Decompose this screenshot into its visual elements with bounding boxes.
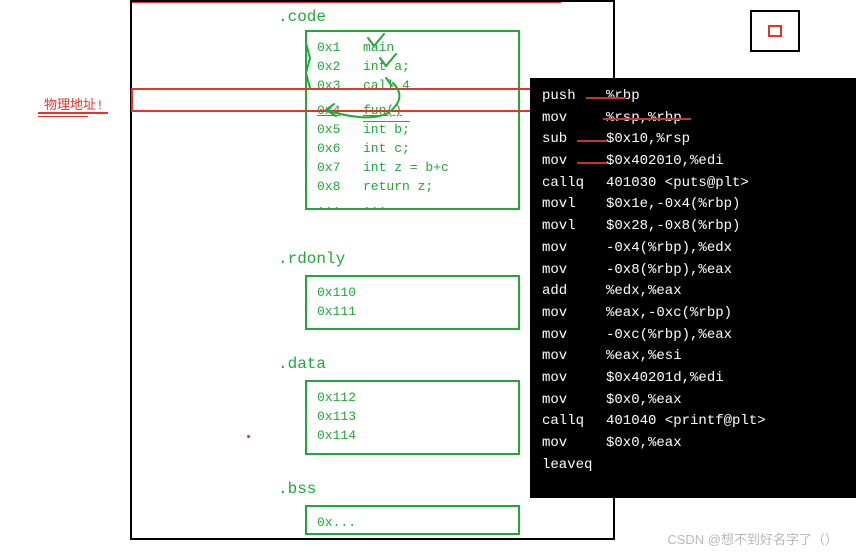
- csdn-watermark: CSDN @想不到好名字了（）: [667, 529, 838, 548]
- asm-arg: $0x40201d,%edi: [606, 368, 724, 390]
- asm-op: mov: [542, 390, 606, 412]
- red-dot: [247, 435, 250, 438]
- asm-row: leaveq: [542, 455, 844, 477]
- rdonly-section-box: 0x110 0x111: [305, 275, 520, 330]
- top-right-decorator: [750, 10, 800, 52]
- asm-row: movl$0x1e,-0x4(%rbp): [542, 194, 844, 216]
- red-underline: [38, 112, 108, 114]
- asm-op: mov: [542, 346, 606, 368]
- code-row: 0x1 main: [317, 38, 508, 57]
- asm-arg: %eax,%esi: [606, 346, 682, 368]
- instr: return z;: [363, 177, 433, 196]
- asm-arg: -0xc(%rbp),%eax: [606, 325, 732, 347]
- section-label-code: .code: [278, 8, 326, 26]
- addr: 0x6: [317, 139, 345, 158]
- asm-row: mov$0x0,%eax: [542, 390, 844, 412]
- red-underline-asm: [603, 118, 691, 120]
- code-row: 0x7 int z = b+c: [317, 158, 508, 177]
- asm-row: mov%rsp,%rbp: [542, 108, 844, 130]
- instr: int z = b+c: [363, 158, 449, 177]
- asm-op: mov: [542, 260, 606, 282]
- rdonly-row: 0x111: [317, 302, 508, 321]
- asm-arg: $0x10,%rsp: [606, 129, 690, 151]
- addr: 0x112: [317, 388, 345, 407]
- highlight-red-box: [131, 88, 556, 112]
- addr: 0x2: [317, 57, 345, 76]
- red-underline: [38, 116, 88, 117]
- addr: 0x7: [317, 158, 345, 177]
- asm-arg: $0x0,%eax: [606, 433, 682, 455]
- asm-op: mov: [542, 433, 606, 455]
- instr: main: [363, 38, 394, 57]
- asm-arg: $0x1e,-0x4(%rbp): [606, 194, 740, 216]
- red-underline-asm: [586, 97, 626, 99]
- code-row: ......: [317, 196, 508, 215]
- asm-row: mov$0x0,%eax: [542, 433, 844, 455]
- instr: int a;: [363, 57, 410, 76]
- asm-arg: %edx,%eax: [606, 281, 682, 303]
- asm-row: mov-0xc(%rbp),%eax: [542, 325, 844, 347]
- code-row: 0x2 int a;: [317, 57, 508, 76]
- asm-arg: $0x402010,%edi: [606, 151, 724, 173]
- asm-row: mov-0x4(%rbp),%edx: [542, 238, 844, 260]
- addr: 0x8: [317, 177, 345, 196]
- addr: 0x5: [317, 120, 345, 139]
- addr: 0x111: [317, 302, 345, 321]
- asm-op: mov: [542, 108, 606, 130]
- addr: 0x113: [317, 407, 345, 426]
- asm-op: add: [542, 281, 606, 303]
- rdonly-row: 0x110: [317, 283, 508, 302]
- asm-row: mov%eax,%esi: [542, 346, 844, 368]
- code-row: 0x6 int c;: [317, 139, 508, 158]
- asm-arg: %eax,-0xc(%rbp): [606, 303, 732, 325]
- physical-address-label: 物理地址!: [44, 94, 104, 113]
- bss-row: 0x...: [317, 513, 508, 532]
- section-label-data: .data: [278, 355, 326, 373]
- addr: ...: [317, 196, 345, 215]
- addr: 0x114: [317, 426, 345, 445]
- asm-arg: -0x4(%rbp),%edx: [606, 238, 732, 260]
- addr: 0x...: [317, 513, 345, 532]
- asm-row: mov-0x8(%rbp),%eax: [542, 260, 844, 282]
- asm-row: callq401040 <printf@plt>: [542, 411, 844, 433]
- asm-row: callq401030 <puts@plt>: [542, 173, 844, 195]
- asm-arg: 401040 <printf@plt>: [606, 411, 766, 433]
- asm-op: leaveq: [542, 455, 606, 477]
- asm-arg: -0x8(%rbp),%eax: [606, 260, 732, 282]
- asm-op: mov: [542, 368, 606, 390]
- asm-op: mov: [542, 303, 606, 325]
- bss-section-box: 0x...: [305, 505, 520, 535]
- asm-row: movl$0x28,-0x8(%rbp): [542, 216, 844, 238]
- asm-row: add%edx,%eax: [542, 281, 844, 303]
- asm-row: mov%eax,-0xc(%rbp): [542, 303, 844, 325]
- instr: ...: [363, 196, 386, 215]
- asm-op: mov: [542, 325, 606, 347]
- asm-op: mov: [542, 238, 606, 260]
- asm-row: mov$0x40201d,%edi: [542, 368, 844, 390]
- code-row: 0x5 int b;: [317, 120, 508, 139]
- section-label-rdonly: .rdonly: [278, 250, 345, 268]
- small-red-square-icon: [768, 25, 782, 37]
- code-section-box: 0x1main 0x2int a; 0x3call 4 0x4fun() 0x5…: [305, 30, 520, 210]
- data-row: 0x113: [317, 407, 508, 426]
- red-underline-asm: [577, 140, 607, 142]
- addr: 0x110: [317, 283, 345, 302]
- code-row: 0x8 return z;: [317, 177, 508, 196]
- instr: int c;: [363, 139, 410, 158]
- asm-arg: $0x28,-0x8(%rbp): [606, 216, 740, 238]
- instr: int b;: [363, 120, 410, 139]
- data-row: 0x112: [317, 388, 508, 407]
- data-row: 0x114: [317, 426, 508, 445]
- asm-op: movl: [542, 194, 606, 216]
- asm-op: callq: [542, 173, 606, 195]
- asm-arg: 401030 <puts@plt>: [606, 173, 749, 195]
- section-label-bss: .bss: [278, 480, 316, 498]
- asm-op: movl: [542, 216, 606, 238]
- addr: 0x1: [317, 38, 345, 57]
- red-underline-asm: [577, 162, 607, 164]
- asm-arg: $0x0,%eax: [606, 390, 682, 412]
- asm-op: callq: [542, 411, 606, 433]
- data-section-box: 0x112 0x113 0x114: [305, 380, 520, 455]
